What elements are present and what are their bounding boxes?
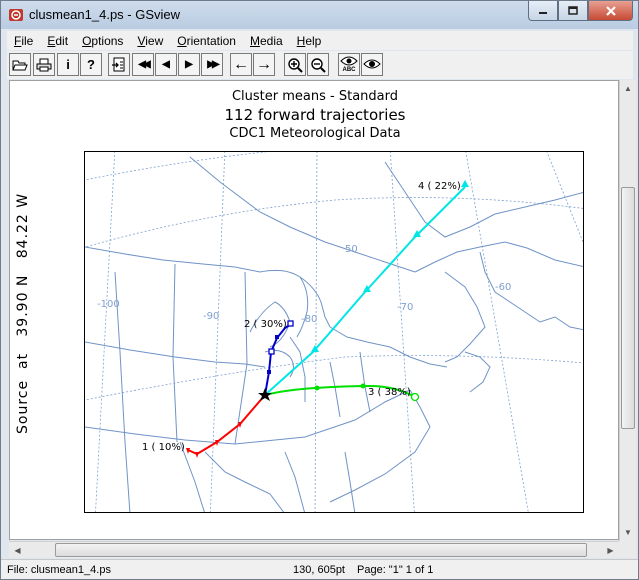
status-bar: File: clusmean1_4.ps 130, 605pt Page: "1… bbox=[1, 559, 638, 579]
help-button[interactable]: ? bbox=[80, 53, 102, 76]
menu-media[interactable]: Media bbox=[243, 34, 290, 48]
title-bar[interactable]: clusmean1_4.ps - GSview bbox=[1, 1, 638, 29]
lon-label-80: -80 bbox=[301, 314, 317, 325]
menu-help[interactable]: Help bbox=[290, 34, 329, 48]
goto-page-button[interactable] bbox=[108, 53, 130, 76]
open-file-button[interactable] bbox=[9, 53, 31, 76]
cluster-1-label: 1 ( 10%) bbox=[142, 442, 185, 453]
next-page-button[interactable]: ▶ bbox=[178, 53, 200, 76]
folder-open-icon bbox=[12, 60, 28, 70]
double-right-icon: ▶▶ bbox=[207, 59, 220, 70]
menu-edit[interactable]: Edit bbox=[40, 34, 75, 48]
scroll-left-icon[interactable]: ◀ bbox=[9, 542, 26, 558]
cluster-4-trajectory: 4 ( 22%) bbox=[264, 180, 469, 396]
lon-label-90: -90 bbox=[203, 311, 219, 322]
document-viewport[interactable]: Cluster means - Standard 112 forward tra… bbox=[9, 80, 619, 540]
goto-page-icon bbox=[112, 57, 125, 71]
toolbar: i ? ◀◀ ◀ ▶ ▶▶ ← → ABC bbox=[7, 51, 633, 79]
maximize-button[interactable] bbox=[558, 1, 588, 21]
vertical-scroll-thumb[interactable] bbox=[621, 187, 635, 429]
cluster-3-label: 3 ( 38%) bbox=[368, 387, 411, 398]
left-triangle-icon: ◀ bbox=[162, 59, 170, 70]
map-canvas: -100 -90 -80 -70 -60 50 4 ( 22%) 3 (38%… bbox=[85, 152, 583, 512]
help-icon: ? bbox=[87, 57, 95, 72]
doc-title-line3: CDC1 Meteorological Data bbox=[229, 126, 401, 141]
close-icon bbox=[605, 5, 616, 16]
lon-label-60: -60 bbox=[495, 282, 511, 293]
status-page: Page: "1" 1 of 1 bbox=[357, 564, 434, 576]
window-title: clusmean1_4.ps - GSview bbox=[29, 7, 181, 22]
info-icon: i bbox=[66, 57, 70, 72]
lon-label-100: -100 bbox=[97, 299, 120, 310]
lon-label-70: -70 bbox=[397, 302, 413, 313]
scroll-down-icon[interactable]: ▼ bbox=[620, 524, 636, 541]
doc-title-line2: 112 forward trajectories bbox=[224, 106, 406, 124]
cluster-4-label: 4 ( 22%) bbox=[418, 181, 461, 192]
gsview-app-icon[interactable] bbox=[8, 7, 24, 23]
abc-caption: ABC bbox=[342, 67, 356, 73]
cluster-2-label: 2 ( 30%) bbox=[244, 319, 287, 330]
lat-label-50: 50 bbox=[345, 244, 358, 255]
minimize-button[interactable] bbox=[528, 1, 558, 21]
status-coords: 130, 605pt bbox=[293, 564, 345, 576]
menu-view[interactable]: View bbox=[130, 34, 170, 48]
text-extract-button[interactable]: ABC bbox=[338, 53, 360, 76]
right-triangle-icon: ▶ bbox=[185, 59, 193, 70]
minimize-icon bbox=[539, 11, 547, 14]
graticule bbox=[85, 152, 583, 512]
zoom-in-button[interactable] bbox=[284, 53, 306, 76]
cluster-3-trajectory: 3 ( 38%) bbox=[264, 383, 420, 402]
close-button[interactable] bbox=[588, 1, 633, 21]
zoom-in-icon bbox=[288, 57, 303, 73]
menu-bar: File Edit Options View Orientation Media… bbox=[7, 31, 633, 50]
eye-abc-icon bbox=[340, 56, 358, 66]
arrow-right-icon: → bbox=[256, 55, 272, 73]
zoom-out-button[interactable] bbox=[307, 53, 329, 76]
map-outlines bbox=[85, 156, 583, 512]
scroll-up-icon[interactable]: ▲ bbox=[620, 80, 636, 97]
vertical-scrollbar[interactable]: ▲ ▼ bbox=[619, 80, 636, 541]
double-left-icon: ◀◀ bbox=[138, 59, 151, 70]
scroll-right-icon[interactable]: ▶ bbox=[602, 542, 619, 558]
gsview-window: clusmean1_4.ps - GSview File Edit Option… bbox=[0, 0, 639, 580]
eye-icon bbox=[363, 59, 381, 69]
forward-button[interactable]: → bbox=[253, 53, 275, 76]
zoom-out-icon bbox=[311, 57, 326, 73]
menu-options[interactable]: Options bbox=[75, 34, 130, 48]
prev-page-button[interactable]: ◀ bbox=[155, 53, 177, 76]
printer-icon bbox=[36, 58, 52, 71]
skip-forward-button[interactable]: ▶▶ bbox=[201, 53, 223, 76]
trajectory-map: -100 -90 -80 -70 -60 50 4 ( 22%) 3 (38%… bbox=[84, 151, 584, 513]
menu-file[interactable]: File bbox=[7, 34, 40, 48]
status-file: File: clusmean1_4.ps bbox=[7, 564, 111, 576]
info-button[interactable]: i bbox=[57, 53, 79, 76]
print-button[interactable] bbox=[33, 53, 55, 76]
back-button[interactable]: ← bbox=[230, 53, 252, 76]
skip-back-button[interactable]: ◀◀ bbox=[132, 53, 154, 76]
doc-title-line1: Cluster means - Standard bbox=[231, 89, 398, 104]
horizontal-scrollbar[interactable]: ◀ ▶ bbox=[9, 541, 619, 558]
show-button[interactable] bbox=[361, 53, 383, 76]
menu-orientation[interactable]: Orientation bbox=[170, 34, 243, 48]
maximize-icon bbox=[568, 5, 578, 15]
scroll-corner bbox=[619, 541, 636, 558]
source-location-label: Source at 39.90 N 84.22 W bbox=[15, 192, 31, 434]
cluster-1-trajectory: 1 ( 10%) bbox=[142, 394, 266, 458]
arrow-left-icon: ← bbox=[233, 55, 249, 73]
horizontal-scroll-thumb[interactable] bbox=[55, 543, 587, 557]
